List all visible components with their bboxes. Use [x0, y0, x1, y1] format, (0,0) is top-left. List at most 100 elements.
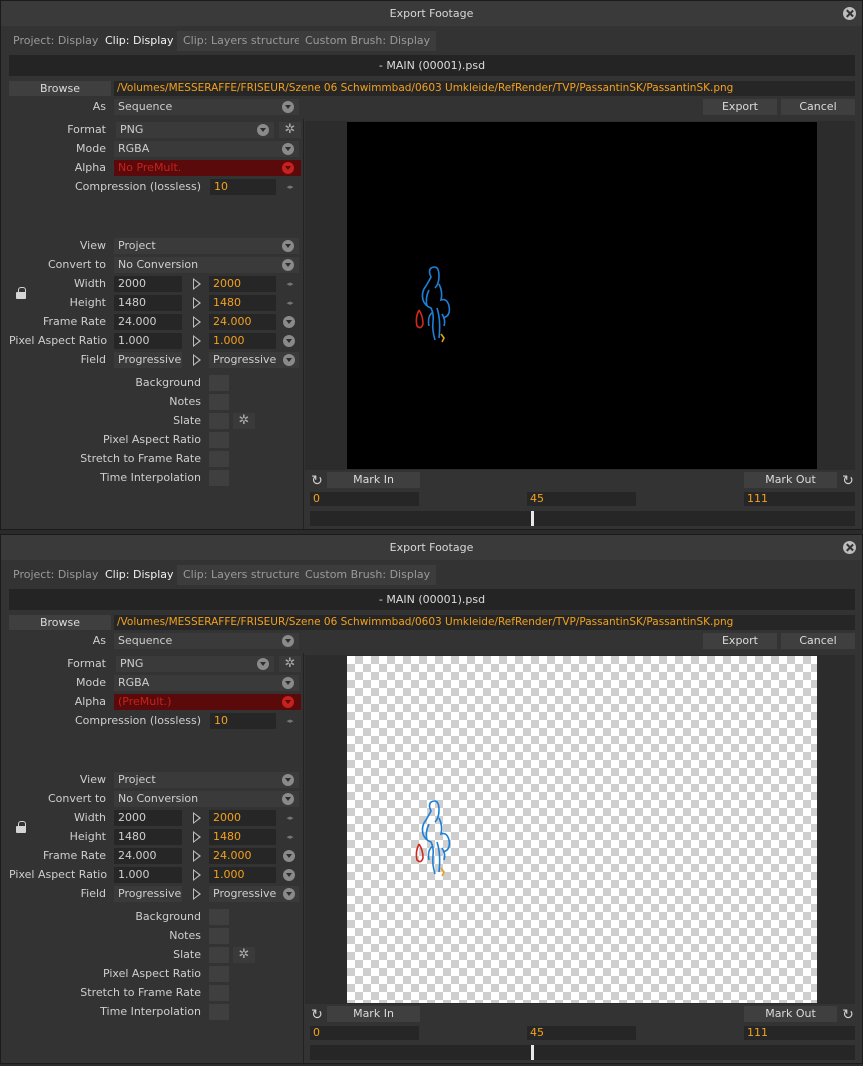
mark-out-button[interactable]: Mark Out	[744, 1006, 837, 1022]
apply-arrow-icon[interactable]	[193, 354, 201, 366]
apply-arrow-icon[interactable]	[193, 869, 201, 881]
reset-icon[interactable]: ↻	[841, 1008, 855, 1022]
mark-out-field[interactable]: 111	[744, 1026, 855, 1040]
stepper-icon[interactable]: ◂▸	[284, 276, 296, 292]
close-icon[interactable]	[843, 7, 856, 20]
mark-in-field[interactable]: 0	[310, 492, 419, 506]
timeline-thumb[interactable]	[531, 1045, 534, 1060]
current-frame-field[interactable]: 45	[527, 1026, 636, 1040]
chevron-down-icon[interactable]	[282, 259, 294, 271]
tab-custom-brush-display[interactable]: Custom Brush: Display	[299, 565, 437, 585]
view-select[interactable]: Project	[114, 238, 299, 254]
slate-settings-icon[interactable]: ✲	[233, 947, 255, 963]
apply-arrow-icon[interactable]	[193, 278, 201, 290]
tab-clip-layers-structure[interactable]: Clip: Layers structure	[177, 565, 307, 585]
chevron-down-icon[interactable]	[283, 850, 295, 862]
tab-custom-brush-display[interactable]: Custom Brush: Display	[299, 31, 437, 51]
notes-checkbox[interactable]	[209, 394, 229, 410]
as-select[interactable]: Sequence	[114, 99, 299, 115]
mark-in-button[interactable]: Mark In	[327, 1006, 420, 1022]
pixel-aspect-field[interactable]: 1.000	[209, 333, 276, 349]
background-checkbox[interactable]	[209, 375, 229, 391]
chevron-down-icon[interactable]	[282, 696, 294, 708]
export-button[interactable]: Export	[703, 99, 777, 115]
close-icon[interactable]	[843, 541, 856, 554]
notes-checkbox[interactable]	[209, 928, 229, 944]
background-checkbox[interactable]	[209, 909, 229, 925]
mode-select[interactable]: RGBA	[114, 675, 299, 691]
stepper-icon[interactable]: ◂▸	[284, 829, 296, 845]
convert-to-select[interactable]: No Conversion	[114, 257, 299, 273]
tab-clip-layers-structure[interactable]: Clip: Layers structure	[177, 31, 307, 51]
frame-rate-field[interactable]: 24.000	[209, 314, 276, 330]
stepper-icon[interactable]: ◂▸	[284, 179, 296, 195]
apply-arrow-icon[interactable]	[193, 850, 201, 862]
export-button[interactable]: Export	[703, 633, 777, 649]
tab-clip-display[interactable]: Clip: Display	[99, 565, 180, 585]
frame-rate-field[interactable]: 24.000	[209, 848, 276, 864]
timeline-thumb[interactable]	[531, 511, 534, 526]
timeline-slider[interactable]	[310, 1045, 855, 1060]
stretch-frame-rate-checkbox[interactable]	[209, 451, 229, 467]
width-field[interactable]: 2000	[209, 276, 276, 292]
as-select[interactable]: Sequence	[114, 633, 299, 649]
stepper-icon[interactable]: ◂▸	[284, 713, 296, 729]
apply-arrow-icon[interactable]	[193, 335, 201, 347]
chevron-down-icon[interactable]	[257, 124, 269, 136]
format-settings-icon[interactable]: ✲	[279, 122, 301, 138]
stepper-icon[interactable]: ◂▸	[284, 295, 296, 311]
view-select[interactable]: Project	[114, 772, 299, 788]
height-field[interactable]: 1480	[209, 295, 276, 311]
alpha-select[interactable]: No PreMult.	[114, 160, 301, 176]
mark-in-field[interactable]: 0	[310, 1026, 419, 1040]
compression-field[interactable]: 10	[210, 179, 276, 195]
chevron-down-icon[interactable]	[283, 869, 295, 881]
reset-icon[interactable]: ↻	[310, 474, 324, 488]
tab-project-display[interactable]: Project: Display	[7, 31, 104, 51]
chevron-down-icon[interactable]	[282, 240, 294, 252]
pixel-aspect-field[interactable]: 1.000	[209, 867, 276, 883]
stretch-frame-rate-checkbox[interactable]	[209, 985, 229, 1001]
mode-select[interactable]: RGBA	[114, 141, 299, 157]
chevron-down-icon[interactable]	[257, 658, 269, 670]
chevron-down-icon[interactable]	[282, 793, 294, 805]
compression-field[interactable]: 10	[210, 713, 276, 729]
cancel-button[interactable]: Cancel	[781, 99, 855, 115]
stepper-icon[interactable]: ◂▸	[284, 810, 296, 826]
output-path-field[interactable]: /Volumes/MESSERAFFE/FRISEUR/Szene 06 Sch…	[114, 615, 855, 630]
browse-button[interactable]: Browse	[9, 81, 111, 96]
apply-arrow-icon[interactable]	[193, 316, 201, 328]
apply-arrow-icon[interactable]	[193, 831, 201, 843]
current-frame-field[interactable]: 45	[527, 492, 636, 506]
chevron-down-icon[interactable]	[282, 143, 294, 155]
chevron-down-icon[interactable]	[282, 101, 294, 113]
slate-checkbox[interactable]	[209, 947, 229, 963]
browse-button[interactable]: Browse	[9, 615, 111, 630]
slate-settings-icon[interactable]: ✲	[233, 413, 255, 429]
mark-in-button[interactable]: Mark In	[327, 472, 420, 488]
pixel-aspect-ratio-checkbox[interactable]	[209, 966, 229, 982]
format-settings-icon[interactable]: ✲	[279, 656, 301, 672]
tab-project-display[interactable]: Project: Display	[7, 565, 104, 585]
timeline-slider[interactable]	[310, 511, 855, 526]
reset-icon[interactable]: ↻	[310, 1008, 324, 1022]
cancel-button[interactable]: Cancel	[781, 633, 855, 649]
chevron-down-icon[interactable]	[283, 888, 295, 900]
height-field[interactable]: 1480	[209, 829, 276, 845]
format-select[interactable]: PNG	[116, 122, 274, 138]
output-path-field[interactable]: /Volumes/MESSERAFFE/FRISEUR/Szene 06 Sch…	[114, 81, 855, 96]
apply-arrow-icon[interactable]	[193, 888, 201, 900]
tab-clip-display[interactable]: Clip: Display	[99, 31, 180, 51]
width-field[interactable]: 2000	[209, 810, 276, 826]
slate-checkbox[interactable]	[209, 413, 229, 429]
chevron-down-icon[interactable]	[283, 354, 295, 366]
chevron-down-icon[interactable]	[282, 774, 294, 786]
chevron-down-icon[interactable]	[282, 162, 294, 174]
mark-out-field[interactable]: 111	[744, 492, 855, 506]
mark-out-button[interactable]: Mark Out	[744, 472, 837, 488]
chevron-down-icon[interactable]	[283, 335, 295, 347]
time-interpolation-checkbox[interactable]	[209, 1004, 229, 1020]
reset-icon[interactable]: ↻	[841, 474, 855, 488]
apply-arrow-icon[interactable]	[193, 812, 201, 824]
chevron-down-icon[interactable]	[283, 316, 295, 328]
